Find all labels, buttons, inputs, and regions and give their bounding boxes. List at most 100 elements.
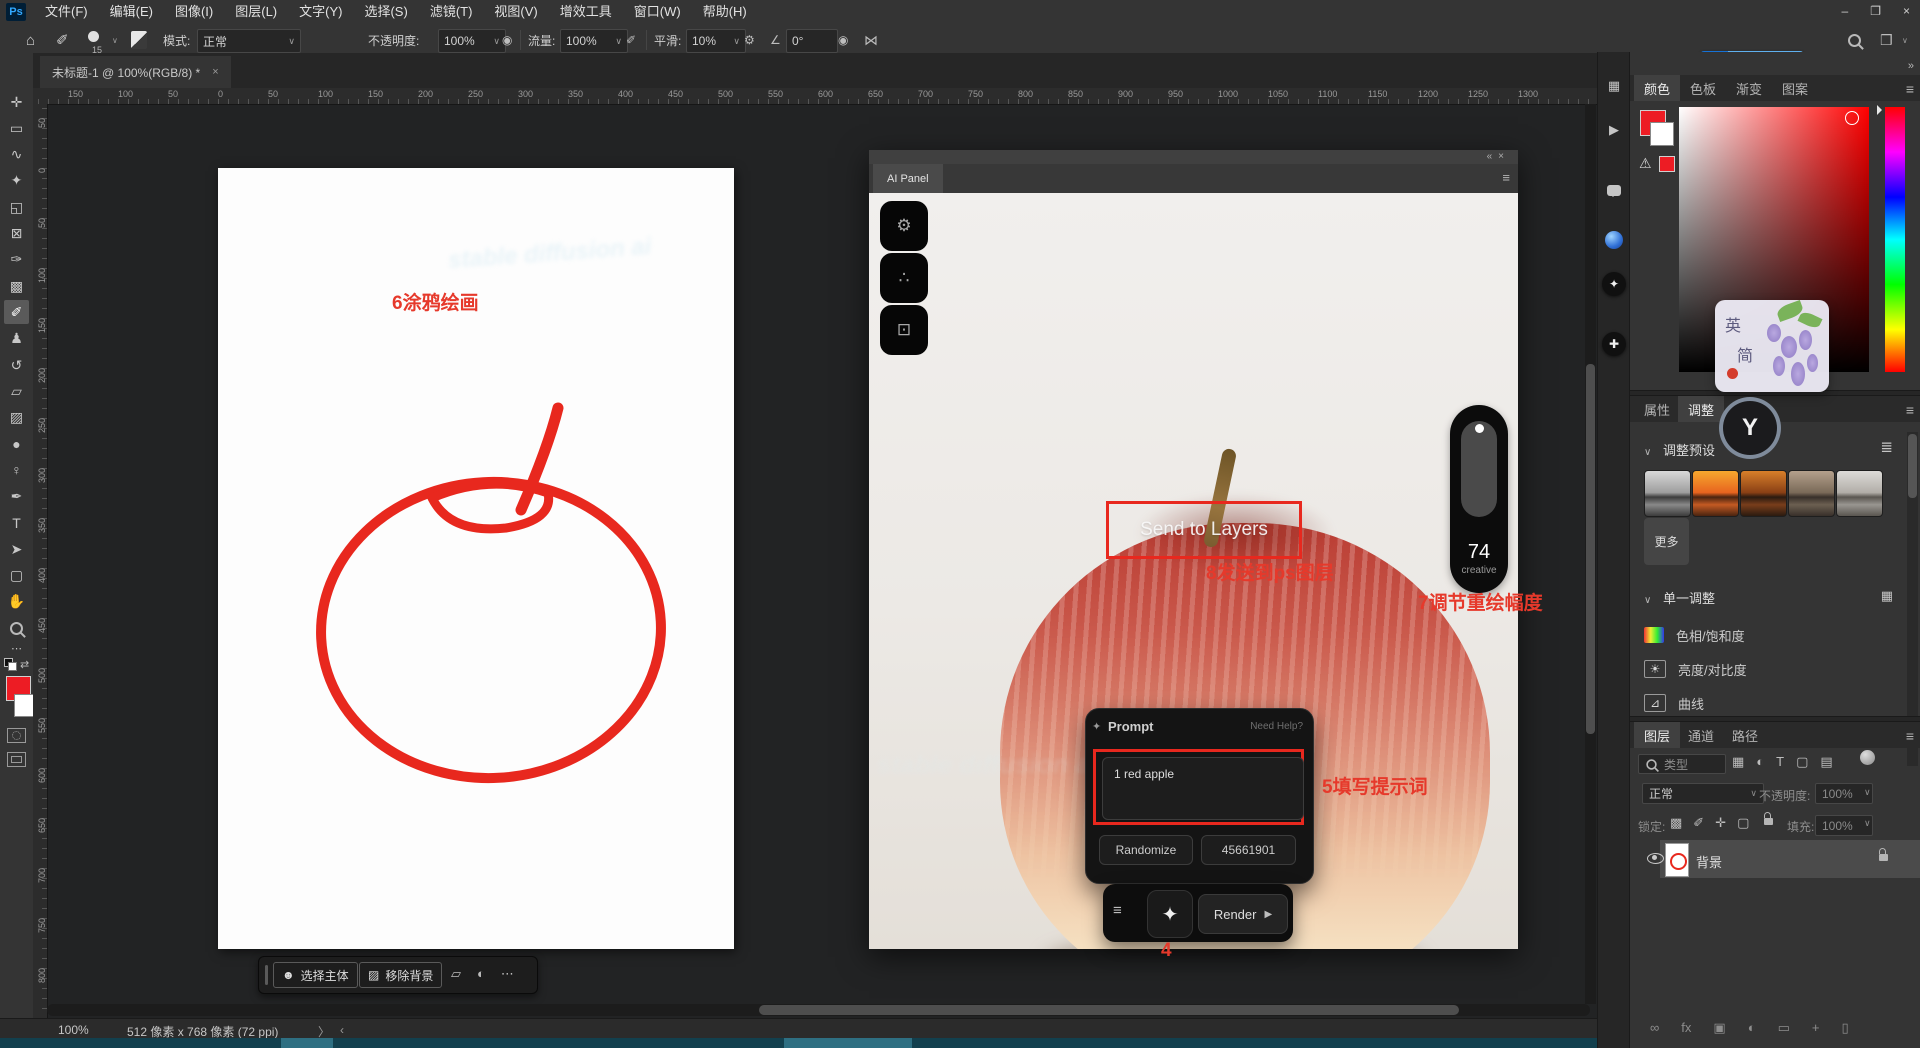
vertical-scrollbar[interactable] — [1585, 104, 1596, 1004]
menu-item-5[interactable]: 选择(S) — [353, 0, 418, 24]
menu-item-7[interactable]: 视图(V) — [483, 0, 548, 24]
adjustment-item-1[interactable]: ☀亮度/对比度 — [1644, 656, 1904, 682]
ai-settings-button[interactable]: ⚙ — [880, 201, 928, 251]
context-tool-icon-2[interactable]: ⋯ — [501, 962, 514, 986]
presets-section-header[interactable]: ∨ 调整预设 — [1644, 440, 1715, 459]
render-menu-icon[interactable]: ≡ — [1113, 902, 1122, 919]
layer-effects-icon[interactable]: fx — [1681, 1020, 1691, 1036]
smoothing-gear-icon[interactable]: ⚙ — [744, 24, 755, 56]
preset-faded[interactable] — [1836, 470, 1883, 517]
menu-item-4[interactable]: 文字(Y) — [288, 0, 353, 24]
panel-menu-icon[interactable]: ≡ — [1906, 81, 1914, 97]
eyedropper-tool[interactable]: ✑ — [4, 248, 29, 272]
tab-adjust-1[interactable]: 调整 — [1678, 396, 1724, 422]
smoothing-input[interactable]: 10%∨ — [686, 29, 746, 53]
type-filter-icon[interactable]: T — [1776, 754, 1784, 770]
comments-icon[interactable] — [1602, 178, 1626, 202]
quick-mask-icon[interactable] — [7, 728, 26, 743]
tab-layers-0[interactable]: 图层 — [1634, 722, 1680, 748]
screen-mode-icon[interactable] — [7, 752, 26, 767]
clone-stamp-tool[interactable]: ♟ — [4, 327, 29, 351]
menu-item-6[interactable]: 滤镜(T) — [419, 0, 484, 24]
path-select-tool[interactable]: ➤ — [4, 537, 29, 561]
panel-menu-icon[interactable]: ≡ — [1906, 728, 1914, 744]
opacity-chevron-icon[interactable]: ∨ — [1864, 787, 1871, 798]
restore-button[interactable]: ❐ — [1870, 0, 1881, 22]
tab-color-2[interactable]: 渐变 — [1726, 75, 1772, 101]
more-tools-button[interactable]: ⋯ — [4, 636, 29, 660]
close-button[interactable]: × — [1903, 0, 1910, 22]
lock-move-icon[interactable]: ✛ — [1715, 815, 1726, 831]
plugin-plus-icon[interactable]: ✚ — [1602, 332, 1626, 356]
lasso-tool[interactable]: ∿ — [4, 143, 29, 167]
frame-tool[interactable]: ⊠ — [4, 222, 29, 246]
ai-panel-header[interactable]: «× — [869, 150, 1518, 164]
smart-object-filter-icon[interactable]: ▤ — [1820, 754, 1832, 770]
dodge-tool[interactable]: ♀ — [4, 458, 29, 482]
move-tool[interactable]: ✛ — [4, 90, 29, 114]
brush-tool[interactable]: ✐ — [4, 300, 29, 324]
link-layers-icon[interactable]: ∞ — [1650, 1020, 1659, 1036]
hue-slider-marker[interactable] — [1877, 105, 1887, 115]
tab-layers-2[interactable]: 路径 — [1722, 722, 1768, 748]
single-adjustments-header[interactable]: ∨ 单一调整 — [1644, 588, 1715, 607]
opacity-input[interactable]: 100%∨ — [438, 29, 506, 53]
size-pressure-icon[interactable]: ◉ — [838, 24, 848, 56]
close-panel-icon[interactable]: × — [1498, 151, 1510, 162]
magic-button[interactable]: ✦ — [1147, 890, 1193, 938]
zoom-level[interactable]: 100% — [58, 1023, 89, 1037]
preset-dusk[interactable] — [1740, 470, 1787, 517]
document-tab-close-icon[interactable]: × — [212, 66, 218, 78]
crop-tool[interactable]: ◱ — [4, 195, 29, 219]
brush-angle-input[interactable]: 0° — [786, 29, 838, 53]
lock-all-icon[interactable] — [1764, 813, 1773, 828]
marquee-tool[interactable]: ▭ — [4, 116, 29, 140]
lock-artboard-icon[interactable]: ▢ — [1737, 815, 1749, 831]
hscroll-thumb[interactable] — [759, 1005, 1459, 1015]
type-tool[interactable]: T — [4, 511, 29, 535]
menu-item-1[interactable]: 编辑(E) — [99, 0, 164, 24]
workspace-grid-icon[interactable]: ▦ — [1602, 74, 1626, 98]
list-view-icon[interactable]: ≣ — [1880, 438, 1893, 456]
brush-settings-toggle[interactable] — [131, 24, 147, 56]
render-button[interactable]: Render ▶ — [1198, 894, 1288, 934]
horizontal-scrollbar[interactable] — [47, 1004, 1590, 1016]
context-tool-icon-1[interactable]: ◐ — [477, 962, 485, 986]
history-brush-tool[interactable]: ↺ — [4, 353, 29, 377]
adjustment-item-2[interactable]: ⊿曲线 — [1644, 690, 1904, 716]
delete-layer-icon[interactable]: ▯ — [1841, 1020, 1848, 1036]
color-field-cursor[interactable] — [1845, 111, 1859, 125]
preset-sunset[interactable] — [1692, 470, 1739, 517]
gradient-tool[interactable]: ▨ — [4, 406, 29, 430]
randomize-button[interactable]: Randomize — [1099, 835, 1193, 865]
context-tool-icon-0[interactable]: ▱ — [451, 962, 461, 986]
adjustment-layer-icon[interactable]: ◐ — [1748, 1020, 1756, 1036]
document-tab[interactable]: 未标题-1 @ 100%(RGB/8) * × — [40, 56, 231, 88]
seed-input[interactable]: 45661901 — [1201, 835, 1296, 865]
brush-picker-chevron-icon[interactable]: ∨ — [112, 24, 118, 56]
lock-transparency-icon[interactable]: ▩ — [1670, 815, 1682, 831]
ai-workflow-button[interactable]: ∴ — [880, 253, 928, 303]
new-layer-icon[interactable]: + — [1812, 1020, 1820, 1036]
minimize-button[interactable]: – — [1842, 0, 1849, 22]
scroll-thumb[interactable] — [1908, 434, 1917, 498]
menu-item-2[interactable]: 图像(I) — [164, 0, 224, 24]
plugin-spark-icon[interactable]: ✦ — [1602, 272, 1626, 296]
plugin-sphere-icon[interactable] — [1602, 228, 1626, 252]
layer-thumbnail[interactable] — [1665, 843, 1689, 877]
vscroll-thumb[interactable] — [1586, 364, 1595, 734]
prompt-textarea[interactable]: 1 red apple — [1102, 757, 1304, 820]
tab-color-0[interactable]: 颜色 — [1634, 75, 1680, 101]
layer-filter-search[interactable]: 类型 — [1638, 754, 1726, 774]
remove-background-button[interactable]: ▨ 移除背景 — [359, 962, 442, 988]
swap-colors-icon[interactable]: ⇄ — [20, 658, 29, 671]
play-actions-icon[interactable]: ▶ — [1602, 118, 1626, 142]
preset-sepia[interactable] — [1788, 470, 1835, 517]
menu-item-8[interactable]: 增效工具 — [549, 0, 623, 24]
tab-layers-1[interactable]: 通道 — [1678, 722, 1724, 748]
collapse-dock-icon[interactable]: » — [1908, 60, 1914, 72]
layer-name[interactable]: 背景 — [1696, 852, 1722, 871]
group-layers-icon[interactable]: ▭ — [1778, 1020, 1790, 1036]
blur-tool[interactable]: ● — [4, 432, 29, 456]
menu-item-3[interactable]: 图层(L) — [224, 0, 288, 24]
